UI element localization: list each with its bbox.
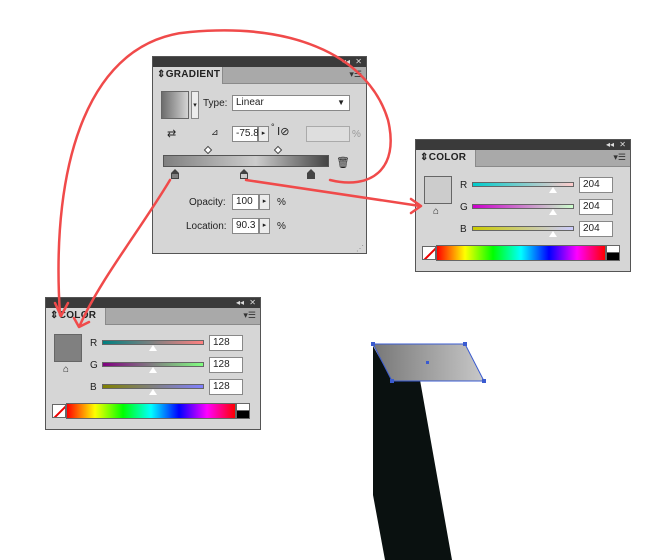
b-slider[interactable] [472,226,574,231]
location-dropdown-button[interactable]: ▸ [259,218,270,234]
tab-gradient[interactable]: ⇕GRADIENT [153,67,223,84]
gradient-stop-icon: ⌂ [433,206,440,217]
g-field[interactable]: 204 [579,199,613,215]
aspect-ratio-field[interactable] [306,126,350,142]
r-label: R [90,338,98,349]
tab-row: ⇕COLOR ▾☰ [46,308,260,325]
angle-dropdown-button[interactable]: ▸ [258,126,269,142]
aspect-unit: % [352,129,361,140]
fill-color-swatch[interactable] [54,334,82,362]
gradient-slider[interactable] [163,155,329,167]
gradient-stop[interactable] [240,169,248,179]
tab-row: ⇕GRADIENT ▾☰ [153,67,366,84]
color-panel-left: ◂◂ ✕ ⇕COLOR ▾☰ ⌂ R 128 G 128 B 128 [45,297,261,430]
tab-arrows-icon: ⇕ [157,69,166,80]
location-unit: % [277,221,286,232]
tab-row: ⇕COLOR ▾☰ [416,150,630,167]
close-icon[interactable]: ✕ [249,298,256,308]
chevron-down-icon: ▼ [337,98,345,107]
color-spectrum-bar[interactable] [66,403,236,419]
resize-grip-icon[interactable]: ⋰ [356,244,364,253]
r-slider[interactable] [472,182,574,187]
g-slider-thumb[interactable] [148,366,158,374]
midpoint-diamond[interactable] [273,145,283,155]
selection-handle [390,379,394,383]
opacity-unit: % [277,197,286,208]
black-swatch[interactable] [606,252,620,261]
gradient-stop[interactable] [171,169,179,179]
b-label: B [90,382,97,393]
gradient-stop[interactable] [307,169,315,179]
b-field[interactable]: 204 [579,221,613,237]
r-slider-thumb[interactable] [148,344,158,352]
r-slider-thumb[interactable] [548,186,558,194]
g-slider-thumb[interactable] [548,208,558,216]
panel-menu-icon[interactable]: ▾☰ [243,310,256,321]
opacity-label: Opacity: [189,197,226,208]
g-slider[interactable] [472,204,574,209]
location-label: Location: [186,221,227,232]
degree-symbol: ° [271,122,275,132]
black-swatch[interactable] [236,410,250,419]
b-slider-thumb[interactable] [148,388,158,396]
location-field[interactable]: 90.3 [232,218,259,234]
reverse-gradient-icon[interactable]: ⇄ [167,127,176,140]
g-field[interactable]: 128 [209,357,243,373]
close-icon[interactable]: ✕ [619,140,626,150]
color-panel-right: ◂◂ ✕ ⇕COLOR ▾☰ ⌂ R 204 G 204 B 204 [415,139,631,272]
color-spectrum-bar[interactable] [436,245,606,261]
panel-menu-icon[interactable]: ▾☰ [349,69,362,80]
none-swatch[interactable] [52,404,66,418]
tab-arrows-icon: ⇕ [420,152,429,163]
panel-titlebar[interactable]: ◂◂ ✕ [416,140,630,150]
angle-field[interactable]: -75.8 [232,126,259,142]
gradient-thumbnail-dropdown[interactable]: ▾ [191,91,199,119]
b-field[interactable]: 128 [209,379,243,395]
g-label: G [90,360,98,371]
panel-titlebar[interactable]: ◂◂ ✕ [153,57,366,67]
delete-stop-icon[interactable]: 🗑 [336,156,350,169]
angle-icon: ⊿ [211,127,219,137]
r-label: R [460,180,468,191]
close-icon[interactable]: ✕ [355,57,362,67]
gradient-thumbnail[interactable] [161,91,189,119]
selection-handle [482,379,486,383]
r-field[interactable]: 204 [579,177,613,193]
tab-color[interactable]: ⇕COLOR [416,150,476,167]
panel-menu-icon[interactable]: ▾☰ [613,152,626,163]
fill-color-swatch[interactable] [424,176,452,204]
none-swatch[interactable] [422,246,436,260]
tab-color[interactable]: ⇕COLOR [46,308,106,325]
collapse-icon[interactable]: ◂◂ [606,140,614,150]
collapse-icon[interactable]: ◂◂ [236,298,244,308]
opacity-dropdown-button[interactable]: ▸ [259,194,270,210]
gradient-stop-icon: ⌂ [63,364,70,375]
b-label: B [460,224,467,235]
type-label: Type: [203,98,228,109]
gradient-panel: ◂◂ ✕ ⇕GRADIENT ▾☰ ▾ Type: Linear ▼ ⇄ ⊿ -7… [152,56,367,254]
panel-titlebar[interactable]: ◂◂ ✕ [46,298,260,308]
selection-center [426,361,429,364]
aspect-ratio-icon: Ⅰ⊘ [277,126,290,138]
b-slider-thumb[interactable] [548,230,558,238]
tab-arrows-icon: ⇕ [50,310,59,321]
selection-handle [371,342,375,346]
midpoint-diamond[interactable] [203,145,213,155]
r-field[interactable]: 128 [209,335,243,351]
opacity-field[interactable]: 100 [232,194,259,210]
type-select[interactable]: Linear ▼ [232,95,350,111]
collapse-icon[interactable]: ◂◂ [342,57,350,67]
g-label: G [460,202,468,213]
selection-handle [463,342,467,346]
